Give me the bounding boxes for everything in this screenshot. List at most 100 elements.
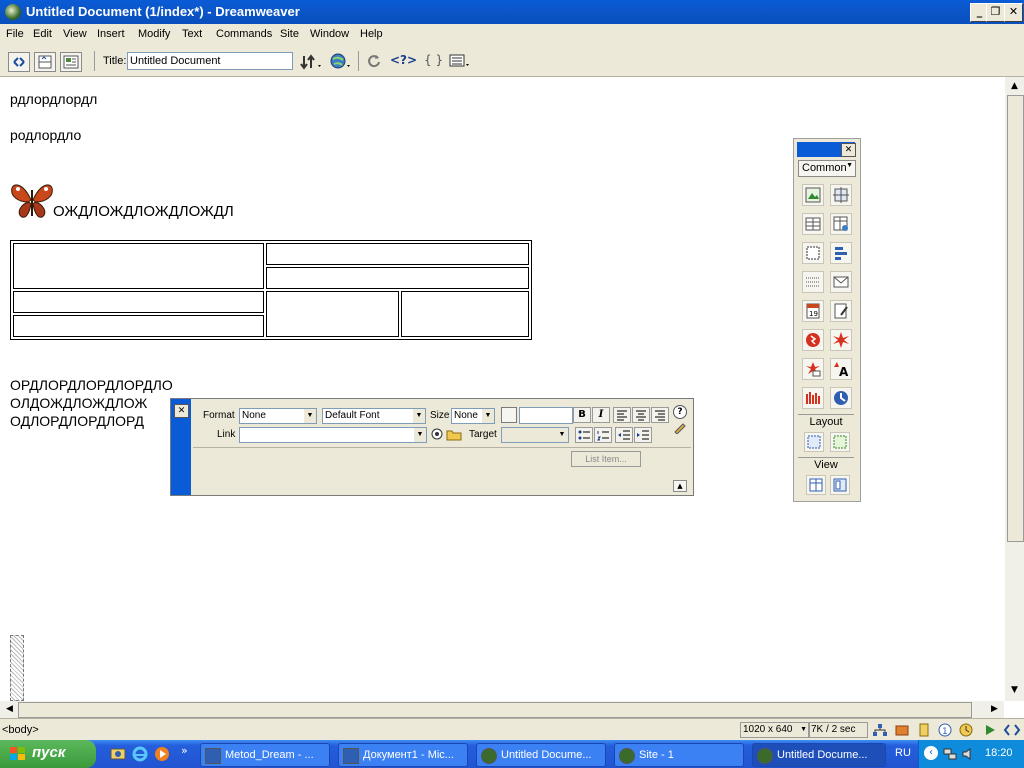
media-player-icon[interactable] xyxy=(154,746,170,765)
language-indicator[interactable]: RU xyxy=(895,747,911,759)
target-select[interactable]: ▼ xyxy=(501,427,569,443)
invisible-element-marker[interactable] xyxy=(10,635,24,701)
quick-launch-overflow-icon[interactable]: » xyxy=(181,744,188,757)
italic-button[interactable]: I xyxy=(592,407,610,423)
menu-insert[interactable]: Insert xyxy=(97,28,125,40)
window-size-dropdown[interactable]: 1020 x 640 ▼ xyxy=(740,722,810,738)
standard-view-icon[interactable] xyxy=(806,475,826,495)
ordered-list-icon[interactable] xyxy=(594,427,612,443)
menu-commands[interactable]: Commands xyxy=(216,28,272,40)
close-properties-button[interactable]: ✕ xyxy=(174,404,189,418)
behaviors-icon[interactable]: 1 xyxy=(937,723,953,740)
draw-layout-table-icon[interactable] xyxy=(830,432,850,452)
vertical-scrollbar[interactable]: ▲ ▼ xyxy=(1005,77,1024,701)
collapse-properties-icon[interactable]: ▲ xyxy=(673,480,687,492)
menu-help[interactable]: Help xyxy=(360,28,383,40)
internet-explorer-icon[interactable] xyxy=(132,746,148,765)
layout-view-icon[interactable] xyxy=(830,475,850,495)
link-input[interactable]: ▼ xyxy=(239,427,427,443)
outdent-icon[interactable] xyxy=(615,427,633,443)
volume-icon[interactable] xyxy=(961,747,975,764)
taskbar-item-active[interactable]: Untitled Docume... xyxy=(752,743,886,767)
scroll-up-arrow-icon[interactable]: ▲ xyxy=(1007,79,1022,94)
quick-tag-editor-icon[interactable] xyxy=(673,420,687,437)
tabular-data-icon[interactable] xyxy=(830,300,852,322)
horizontal-scroll-thumb[interactable] xyxy=(18,702,972,718)
indent-icon[interactable] xyxy=(634,427,652,443)
browse-folder-icon[interactable] xyxy=(446,428,462,444)
align-right-icon[interactable] xyxy=(651,407,669,423)
menu-window[interactable]: Window xyxy=(310,28,349,40)
tray-expand-icon[interactable]: ‹ xyxy=(924,746,938,760)
timeline-play-icon[interactable] xyxy=(982,723,998,740)
table-cell[interactable] xyxy=(266,267,529,289)
draw-layout-cell-icon[interactable] xyxy=(804,432,824,452)
table-cell[interactable] xyxy=(266,243,529,265)
align-left-icon[interactable] xyxy=(613,407,631,423)
scroll-down-arrow-icon[interactable]: ▼ xyxy=(1007,683,1022,698)
draw-layer-icon[interactable] xyxy=(802,242,824,264)
align-center-icon[interactable] xyxy=(632,407,650,423)
size-select[interactable]: None ▼ xyxy=(451,408,495,424)
design-view-icon[interactable] xyxy=(60,52,82,72)
network-icon[interactable] xyxy=(943,747,957,764)
server-side-include-icon[interactable] xyxy=(830,387,852,409)
table-cell[interactable] xyxy=(13,315,264,337)
menu-text[interactable]: Text xyxy=(182,28,202,40)
email-link-icon[interactable] xyxy=(830,271,852,293)
code-view-icon[interactable] xyxy=(8,52,30,72)
fireworks-html-icon[interactable]: A xyxy=(830,358,852,380)
point-to-file-icon[interactable] xyxy=(431,428,443,443)
tag-selector[interactable]: <body> xyxy=(2,724,39,736)
unordered-list-icon[interactable] xyxy=(575,427,593,443)
scroll-right-arrow-icon[interactable]: ▶ xyxy=(987,702,1002,717)
document-paragraph[interactable]: рдлордлордл xyxy=(10,91,97,107)
taskbar-item[interactable]: Документ1 - Mic... xyxy=(338,743,468,767)
history-icon[interactable] xyxy=(958,723,974,740)
menu-edit[interactable]: Edit xyxy=(33,28,52,40)
help-icon[interactable]: ? xyxy=(673,405,687,419)
taskbar-item[interactable]: Site - 1 xyxy=(614,743,744,767)
view-options-icon[interactable] xyxy=(448,53,472,72)
objects-category-dropdown[interactable]: Common ▼ xyxy=(798,160,856,177)
font-select[interactable]: Default Font ▼ xyxy=(322,408,426,424)
close-window-button[interactable]: ✕ xyxy=(1004,3,1023,22)
flash-text-icon[interactable] xyxy=(802,358,824,380)
generator-icon[interactable] xyxy=(802,387,824,409)
code-navigation-icon[interactable]: <?> xyxy=(390,53,417,67)
butterfly-image[interactable] xyxy=(10,180,54,223)
site-window-icon[interactable] xyxy=(872,723,888,740)
vertical-scroll-thumb[interactable] xyxy=(1007,95,1024,542)
document-heading-text[interactable]: ОЖДЛОЖДЛОЖДЛОЖДЛ xyxy=(53,203,234,220)
show-desktop-icon[interactable] xyxy=(110,746,126,765)
insert-table-icon[interactable] xyxy=(802,213,824,235)
date-icon[interactable]: 19 xyxy=(802,300,824,322)
scroll-left-arrow-icon[interactable]: ◀ xyxy=(2,702,17,717)
table-cell[interactable] xyxy=(401,291,529,337)
insert-tabular-data-icon[interactable] xyxy=(830,213,852,235)
close-objects-panel-button[interactable]: ✕ xyxy=(841,143,856,157)
html-styles-icon[interactable] xyxy=(916,723,932,740)
document-paragraph[interactable]: ОДЛОРДЛОРДЛОРД xyxy=(10,413,144,429)
restore-button[interactable]: ❐ xyxy=(986,3,1005,22)
menu-file[interactable]: File xyxy=(6,28,24,40)
document-paragraph[interactable]: ОРДЛОРДЛОРДЛОРДЛО xyxy=(10,377,173,393)
insert-image-icon[interactable] xyxy=(802,184,824,206)
preview-browser-icon[interactable] xyxy=(330,53,354,74)
taskbar-item[interactable]: Untitled Docume... xyxy=(476,743,606,767)
file-management-icon[interactable] xyxy=(300,54,324,73)
document-paragraph[interactable]: ОЛДОЖДЛОЖДЛОЖ xyxy=(10,395,147,411)
refresh-icon[interactable] xyxy=(366,53,382,72)
bold-button[interactable]: B xyxy=(573,407,591,423)
braces-icon[interactable]: { } xyxy=(424,53,443,67)
horizontal-scrollbar[interactable]: ◀ ▶ xyxy=(0,701,1004,718)
start-button[interactable]: пуск xyxy=(0,740,96,768)
assets-window-icon[interactable] xyxy=(894,723,910,740)
text-color-swatch[interactable] xyxy=(501,407,517,423)
list-item-button[interactable]: List Item... xyxy=(571,451,641,467)
menu-site[interactable]: Site xyxy=(280,28,299,40)
horizontal-rule-icon[interactable] xyxy=(802,271,824,293)
flash-icon[interactable] xyxy=(802,329,824,351)
page-title-input[interactable] xyxy=(127,52,293,70)
layout-table[interactable] xyxy=(10,240,532,340)
